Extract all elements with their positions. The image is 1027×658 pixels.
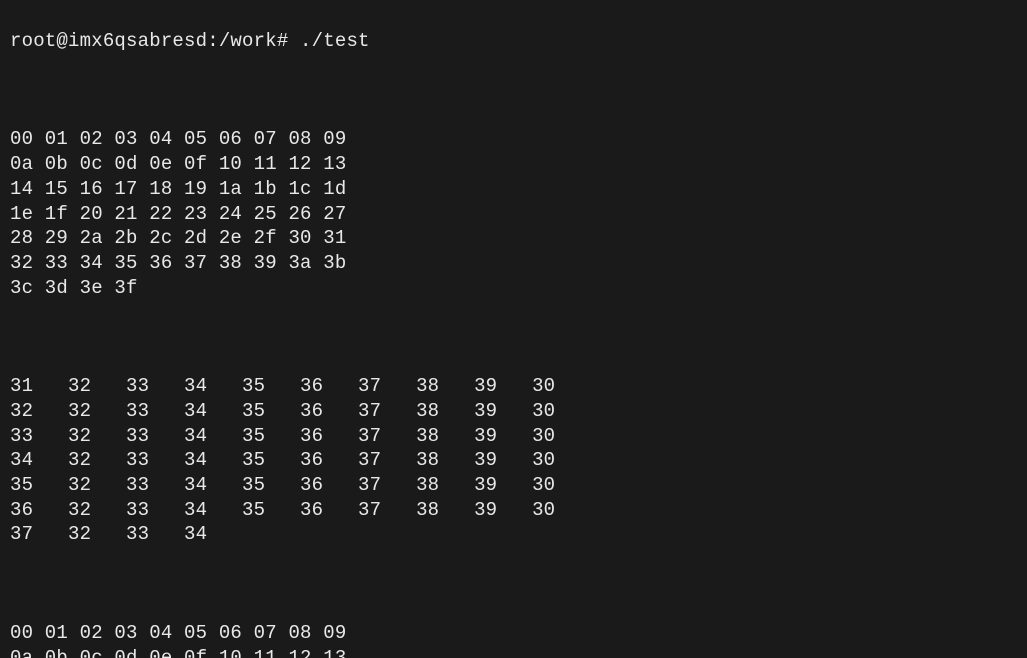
terminal-window[interactable]: root@imx6qsabresd:/work# ./test 00 01 02… <box>0 0 1027 658</box>
hex-row: 36 32 33 34 35 36 37 38 39 30 <box>10 498 1017 523</box>
hex-row: 32 32 33 34 35 36 37 38 39 30 <box>10 399 1017 424</box>
hex-dump-block-1: 00 01 02 03 04 05 06 07 08 090a 0b 0c 0d… <box>10 127 1017 300</box>
hex-row: 32 33 34 35 36 37 38 39 3a 3b <box>10 251 1017 276</box>
hex-row: 35 32 33 34 35 36 37 38 39 30 <box>10 473 1017 498</box>
hex-row: 34 32 33 34 35 36 37 38 39 30 <box>10 448 1017 473</box>
blank-line <box>10 325 1017 350</box>
hex-row: 00 01 02 03 04 05 06 07 08 09 <box>10 621 1017 646</box>
hex-row: 33 32 33 34 35 36 37 38 39 30 <box>10 424 1017 449</box>
hex-row: 37 32 33 34 <box>10 522 1017 547</box>
hex-row: 14 15 16 17 18 19 1a 1b 1c 1d <box>10 177 1017 202</box>
command-prompt-line: root@imx6qsabresd:/work# ./test <box>10 29 1017 54</box>
blank-line <box>10 572 1017 597</box>
hex-row: 0a 0b 0c 0d 0e 0f 10 11 12 13 <box>10 646 1017 658</box>
hex-row: 31 32 33 34 35 36 37 38 39 30 <box>10 374 1017 399</box>
hex-row: 28 29 2a 2b 2c 2d 2e 2f 30 31 <box>10 226 1017 251</box>
hex-dump-block-2: 31 32 33 34 35 36 37 38 39 3032 32 33 34… <box>10 374 1017 547</box>
blank-line <box>10 78 1017 103</box>
hex-dump-block-3: 00 01 02 03 04 05 06 07 08 090a 0b 0c 0d… <box>10 621 1017 658</box>
hex-row: 1e 1f 20 21 22 23 24 25 26 27 <box>10 202 1017 227</box>
hex-row: 3c 3d 3e 3f <box>10 276 1017 301</box>
hex-row: 00 01 02 03 04 05 06 07 08 09 <box>10 127 1017 152</box>
hex-row: 0a 0b 0c 0d 0e 0f 10 11 12 13 <box>10 152 1017 177</box>
